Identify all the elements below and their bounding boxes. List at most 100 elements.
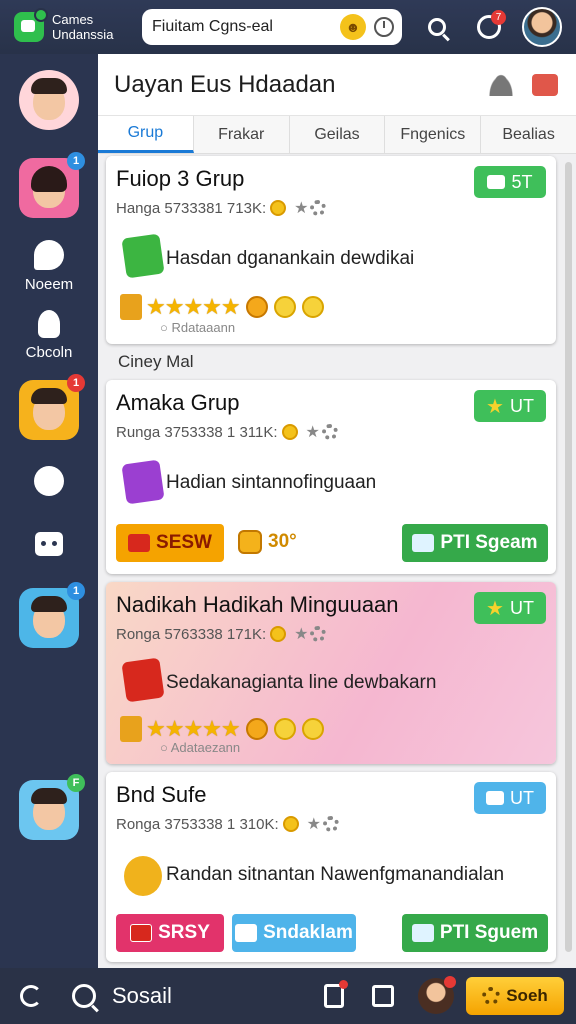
avatar[interactable] <box>418 976 456 1014</box>
gift-icon <box>121 657 165 703</box>
coins-icon <box>124 856 162 896</box>
gift-icon <box>121 459 165 505</box>
bottom-bar: Sosail Soeh <box>0 968 576 1024</box>
card-list[interactable]: Fuiop 3 Grup Hanga 5733381 713K: ★ 5T Ha… <box>98 154 576 968</box>
gear-icon <box>323 816 339 832</box>
coin-icon <box>270 200 287 216</box>
tab-fngenics[interactable]: Fngenics <box>385 116 482 153</box>
pti-sguem-button[interactable]: PTI Sguem <box>402 914 548 952</box>
history-clock-icon[interactable] <box>374 17 394 37</box>
rating-stars: ★★★★★ <box>146 294 241 319</box>
rail-label: Noeem <box>24 276 74 293</box>
notification-badge: 7 <box>491 10 506 25</box>
group-card[interactable]: Nadikah Hadikah Minguuaan Ronga 5763338 … <box>106 582 556 764</box>
emoji-icon[interactable]: ☻ <box>340 14 366 40</box>
card-badge[interactable]: 5T <box>474 166 546 198</box>
card-badge[interactable]: ★ UT <box>474 390 546 422</box>
app-name-line1: Cames <box>52 12 94 27</box>
coin-count: 30° <box>268 531 297 552</box>
gift-icon <box>120 294 142 320</box>
main-header: Uayan Eus Hdaadan <box>98 54 576 116</box>
bottom-label[interactable]: Sosail <box>112 983 324 1009</box>
box-icon <box>235 924 258 942</box>
avatar: 1 <box>19 582 85 648</box>
rail-badge: 1 <box>67 582 85 600</box>
rail-label: Cbcoln <box>25 344 73 361</box>
card-description: Randan sitnantan Nawenfgmanandialan <box>166 864 505 885</box>
rating-stars: ★★★★★ <box>146 716 241 741</box>
tab-bealias[interactable]: Bealias <box>481 116 576 153</box>
star-icon: ★ <box>294 200 309 217</box>
folder-icon <box>486 791 504 805</box>
card-sub-text: Ronga 5763338 171K: <box>116 625 267 643</box>
group-card[interactable]: Fuiop 3 Grup Hanga 5733381 713K: ★ 5T Ha… <box>106 156 556 344</box>
rail-item-dice[interactable] <box>0 532 98 556</box>
tab-geilas[interactable]: Geilas <box>289 116 386 153</box>
gem-icon <box>128 534 151 552</box>
notifications-button[interactable]: 7 <box>472 10 506 44</box>
app-name: Cames Undanssia <box>52 12 136 42</box>
tab-bar: Grup Frakar Geilas Fngenics Bealias <box>98 116 576 154</box>
tab-grup[interactable]: Grup <box>98 116 194 153</box>
app-logo-icon[interactable] <box>14 8 48 42</box>
card-badge[interactable]: UT <box>474 782 546 814</box>
coin-icon <box>270 626 287 642</box>
rail-item-friend-3[interactable]: 1 <box>0 582 98 648</box>
chat-icon <box>34 240 64 270</box>
box-icon <box>411 924 434 942</box>
star-icon: ★ <box>305 424 320 441</box>
rail-item-friend-1[interactable]: 1 <box>0 152 98 218</box>
sndaklam-button[interactable]: Sndaklam <box>232 914 356 952</box>
soeh-button[interactable]: Soeh <box>466 977 564 1015</box>
gear-icon <box>321 424 338 440</box>
group-card[interactable]: Amaka Grup Runga 3753338 1 311K: ★ ★ UT … <box>106 380 556 574</box>
avatar: 1 <box>19 152 85 218</box>
tab-frakar[interactable]: Frakar <box>193 116 290 153</box>
group-card[interactable]: Bnd Sufe Ronga 3753338 1 310K: ★ UT Rand… <box>106 772 556 962</box>
search-icon <box>428 18 446 36</box>
gear-icon <box>482 987 501 1005</box>
profile-avatar[interactable] <box>522 7 562 47</box>
scrollbar[interactable] <box>565 162 572 952</box>
rail-badge: 1 <box>67 152 85 170</box>
gear-icon <box>310 626 327 642</box>
srsy-button[interactable]: SRSY <box>116 914 224 952</box>
button-label: PTI Sguem <box>439 922 539 943</box>
gift-icon <box>121 233 165 279</box>
search-button[interactable] <box>420 10 454 44</box>
people-icon[interactable] <box>488 73 514 96</box>
button-label: SESW <box>156 532 212 553</box>
card-title: Amaka Grup <box>116 390 240 415</box>
left-rail: 1 Noeem Cbcoln 1 1 F <box>0 54 98 968</box>
rail-item-game[interactable] <box>0 466 98 496</box>
search-icon[interactable] <box>72 984 96 1008</box>
gift-icon[interactable] <box>532 73 558 96</box>
search-value[interactable]: Fiuitam Cgns-eal <box>152 18 340 36</box>
coin-icon <box>245 718 268 740</box>
star-icon: ★ <box>486 395 504 418</box>
gear-icon <box>310 200 327 216</box>
card-title: Nadikah Hadikah Minguuaan <box>116 592 399 617</box>
card-badge-label: UT <box>509 395 534 416</box>
star-icon: ★ <box>294 626 309 643</box>
document-icon[interactable] <box>324 980 348 1008</box>
star-icon: ★ <box>486 597 504 620</box>
rail-item-friend-2[interactable]: 1 <box>0 374 98 440</box>
edit-icon[interactable] <box>372 985 394 1007</box>
pti-sgeam-button[interactable]: PTI Sgeam <box>402 524 548 562</box>
rail-item-cbcoln[interactable]: Cbcoln <box>0 310 98 361</box>
rail-item-profile[interactable] <box>0 70 98 130</box>
search-input[interactable]: Fiuitam Cgns-eal ☻ <box>142 9 402 45</box>
coin-counter: 30° <box>238 530 297 554</box>
button-label: PTI Sgeam <box>440 532 538 553</box>
card-description: Hadian sintannofinguaan <box>166 472 377 493</box>
card-badge[interactable]: ★ UT <box>474 592 546 624</box>
folder-icon <box>487 175 506 189</box>
rating-row: ★★★★★ <box>120 294 324 320</box>
coin-icon <box>301 718 324 740</box>
sesw-button[interactable]: SESW <box>116 524 224 562</box>
rail-item-friend-4[interactable]: F <box>0 774 98 840</box>
back-icon[interactable] <box>20 985 42 1007</box>
button-label: Sndaklam <box>263 922 353 943</box>
rail-item-noeem[interactable]: Noeem <box>0 240 98 293</box>
